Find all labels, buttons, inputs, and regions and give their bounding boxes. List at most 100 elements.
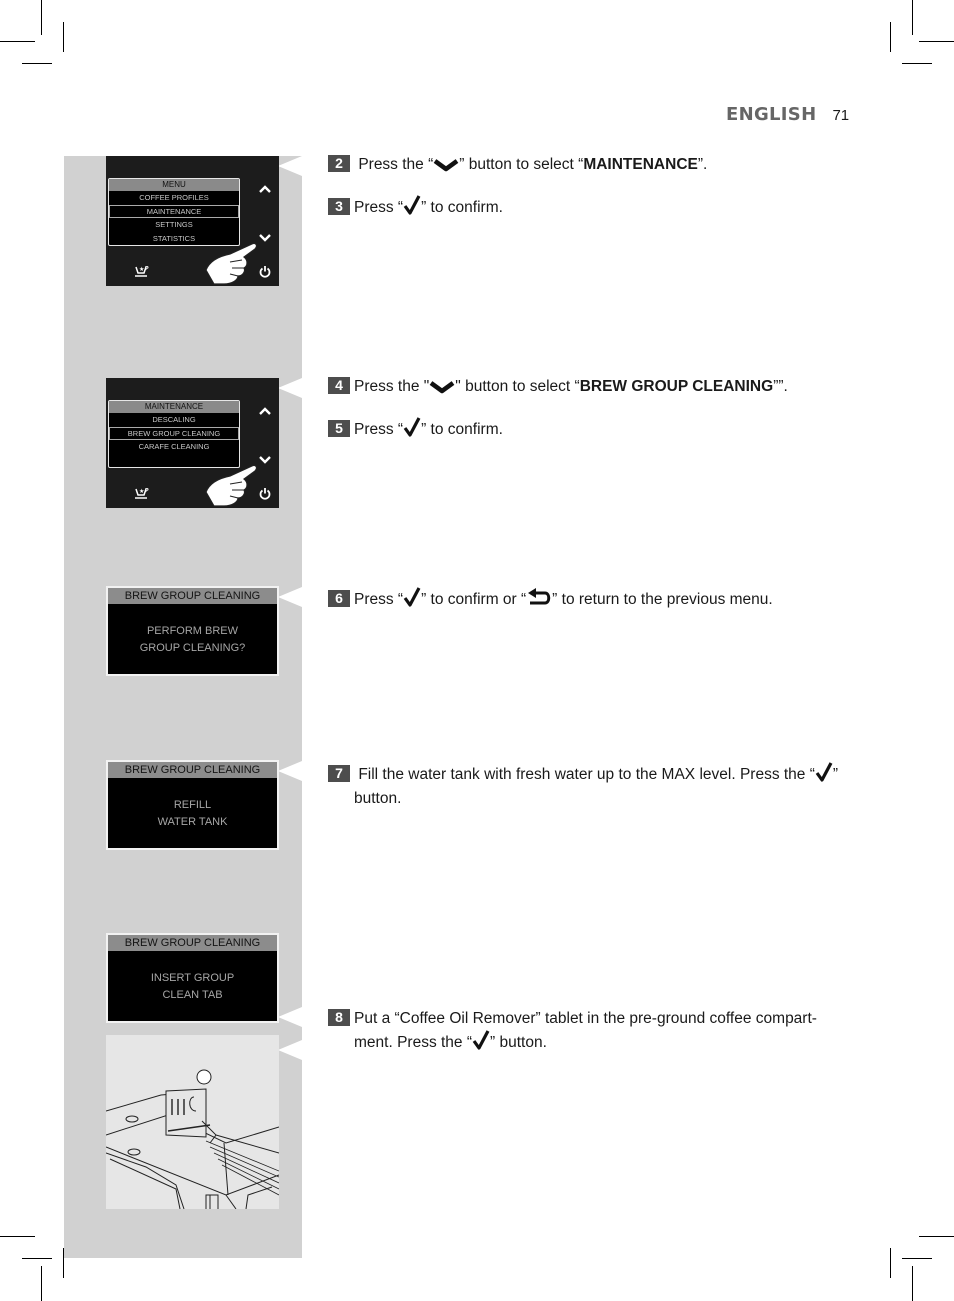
step-text: Press “ [354, 591, 404, 608]
device-display-maintenance: MAINTENANCE DESCALING BREW GROUP CLEANIN… [106, 378, 279, 508]
callout-pointer [278, 761, 302, 781]
step-number: 3 [328, 198, 350, 215]
callout-pointer [278, 378, 302, 398]
menu-list: MENU COFFEE PROFILES MAINTENANCE SETTING… [108, 178, 240, 246]
language-label: ENGLISH [726, 104, 817, 125]
step-number: 5 [328, 420, 350, 437]
step-text: ” to return to the previous menu. [552, 591, 773, 608]
page-header: ENGLISH 71 [726, 104, 849, 125]
step-number: 4 [328, 377, 350, 394]
crop-mark [919, 41, 954, 42]
callout-pointer [278, 587, 302, 607]
screen-message: REFILL WATER TANK [108, 797, 277, 831]
screen-title: BREW GROUP CLEANING [108, 588, 277, 604]
message-line: GROUP CLEANING? [139, 642, 246, 654]
menu-list: MAINTENANCE DESCALING BREW GROUP CLEANIN… [108, 400, 240, 468]
checkmark-icon [472, 1029, 490, 1057]
instruction-step-3: 3 Press “ ” to confirm. [328, 194, 503, 222]
chevron-down-icon [429, 379, 455, 401]
step-number: 8 [328, 1009, 350, 1026]
step-number: 2 [328, 155, 350, 172]
step-text: Press the " [354, 378, 430, 395]
checkmark-icon [403, 416, 421, 444]
message-line: CLEAN TAB [162, 989, 223, 1001]
svg-text:P: P [145, 266, 149, 272]
step-number: 7 [328, 765, 350, 782]
crop-mark [912, 0, 913, 35]
menu-title: MAINTENANCE [109, 401, 239, 413]
return-arrow-icon [526, 588, 552, 614]
crop-mark [41, 0, 42, 35]
svg-text:★: ★ [139, 266, 144, 273]
svg-text:★: ★ [139, 488, 144, 495]
svg-text:P: P [145, 488, 149, 494]
crop-mark [41, 1266, 42, 1301]
crop-mark [22, 1258, 52, 1259]
menu-item[interactable]: SETTINGS [109, 218, 239, 232]
step-text: Press the “ [358, 156, 434, 173]
menu-option-name: MAINTENANCE [583, 156, 698, 173]
instruction-step-2: 2 Press the “ ” button to select “MAINTEN… [328, 155, 707, 179]
message-line: INSERT GROUP [150, 972, 235, 984]
step-text: ” [832, 766, 839, 783]
crop-mark [22, 63, 52, 64]
pointing-hand-icon [200, 462, 262, 513]
crop-mark [902, 63, 932, 64]
machine-illustration [106, 1035, 279, 1209]
coffee-profile-icon[interactable]: ★ P [134, 487, 150, 501]
step-text: ” to confirm or “ [421, 591, 527, 608]
step-text: Press “ [354, 421, 404, 438]
screen-message: PERFORM BREW GROUP CLEANING? [108, 623, 277, 657]
page-number: 71 [832, 107, 850, 124]
menu-title: MENU [109, 179, 239, 191]
screen-message: INSERT GROUP CLEAN TAB [108, 970, 277, 1004]
chevron-up-icon[interactable] [258, 404, 272, 418]
crop-mark [0, 1236, 35, 1237]
step-text: ” button to select “ [459, 156, 584, 173]
menu-item-selected[interactable]: MAINTENANCE [109, 204, 239, 218]
crop-mark [63, 22, 64, 52]
coffee-profile-icon[interactable]: ★ P [134, 265, 150, 279]
crop-mark [890, 22, 891, 52]
device-display-menu: MENU COFFEE PROFILES MAINTENANCE SETTING… [106, 156, 279, 286]
device-display-message: BREW GROUP CLEANING INSERT GROUP CLEAN T… [106, 933, 279, 1023]
crop-mark [902, 1258, 932, 1259]
callout-pointer [278, 156, 302, 176]
crop-mark [890, 1248, 891, 1278]
crop-mark [912, 1266, 913, 1301]
instruction-step-7: 7 Fill the water tank with fresh water u… [328, 761, 838, 809]
checkmark-icon [403, 194, 421, 222]
callout-pointer [278, 1007, 302, 1027]
step-text: Press “ [354, 199, 404, 216]
menu-item[interactable]: CARAFE CLEANING [109, 440, 239, 454]
step-text: ” to confirm. [421, 199, 503, 216]
checkmark-icon [403, 586, 421, 614]
step-text: button. [354, 790, 402, 807]
step-text: ”. [697, 156, 708, 173]
chevron-down-icon [433, 157, 459, 179]
checkmark-icon [815, 761, 833, 789]
pointing-hand-icon [200, 240, 262, 291]
step-text: ” to confirm. [421, 421, 503, 438]
step-text: " button to select “ [455, 378, 580, 395]
instruction-step-5: 5 Press “ ” to confirm. [328, 416, 503, 444]
step-text: ment. Press the “ [354, 1034, 473, 1051]
chevron-up-icon[interactable] [258, 182, 272, 196]
crop-mark [919, 1236, 954, 1237]
menu-item[interactable]: DESCALING [109, 413, 239, 427]
menu-item-selected[interactable]: BREW GROUP CLEANING [109, 426, 239, 440]
step-number: 6 [328, 590, 350, 607]
instruction-step-6: 6 Press “ ” to confirm or “ ” to return to … [328, 586, 773, 614]
message-line: WATER TANK [157, 816, 228, 828]
step-text: ” button. [490, 1034, 547, 1051]
device-display-message: BREW GROUP CLEANING REFILL WATER TANK [106, 760, 279, 850]
menu-option-name: BREW GROUP CLEANING [579, 378, 774, 395]
instruction-step-8: 8 Put a “Coffee Oil Remover” tablet in th… [328, 1009, 817, 1057]
screen-title: BREW GROUP CLEANING [108, 762, 277, 778]
message-line: REFILL [173, 799, 212, 811]
crop-mark [0, 41, 35, 42]
step-text: Put a “Coffee Oil Remover” tablet in the… [354, 1010, 817, 1027]
menu-item[interactable]: COFFEE PROFILES [109, 191, 239, 205]
screen-title: BREW GROUP CLEANING [108, 935, 277, 951]
callout-pointer [278, 1040, 302, 1060]
